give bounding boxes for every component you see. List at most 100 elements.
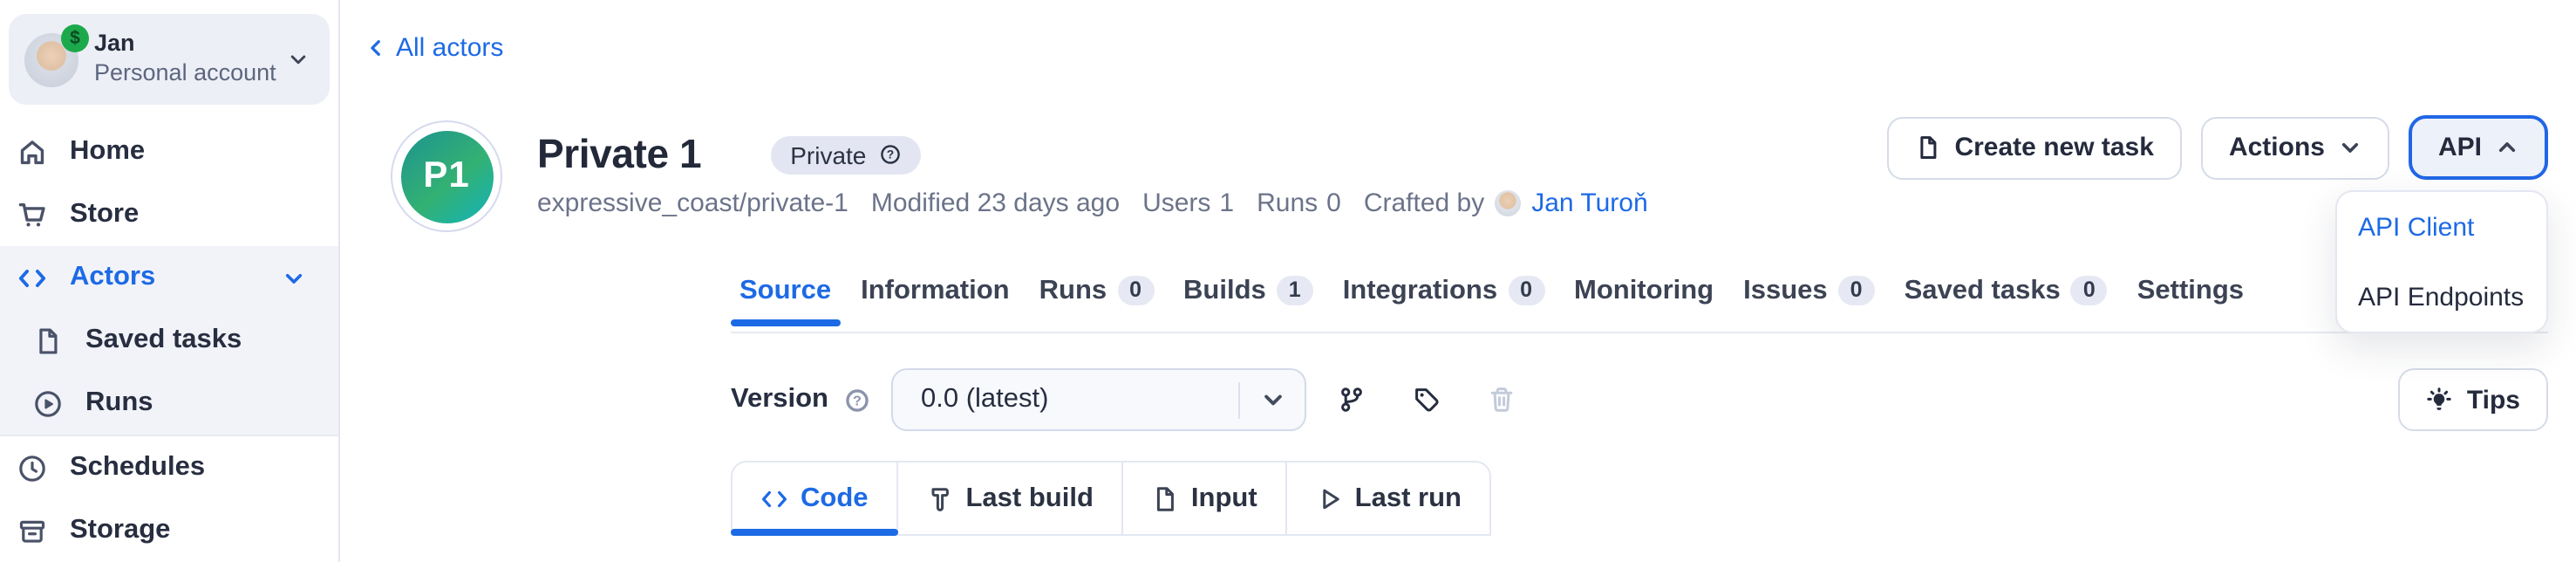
tab-runs[interactable]: Runs 0 (1039, 274, 1154, 332)
sidebar-item-runs[interactable]: Runs (0, 372, 338, 435)
actor-meta-row: expressive_coast/private-1 Modified 23 d… (537, 188, 1648, 218)
clock-icon (17, 453, 47, 483)
question-circle-icon: ? (878, 143, 901, 166)
sidebar: $ Jan Personal account Home Store (0, 0, 340, 562)
breadcrumb-back-link[interactable]: All actors (365, 33, 503, 63)
document-icon (33, 326, 63, 355)
actor-runs: Runs 0 (1257, 188, 1341, 218)
sidebar-item-saved-tasks[interactable]: Saved tasks (0, 309, 338, 372)
users-label: Users (1142, 188, 1210, 218)
actor-tabs: Source Information Runs 0 Builds 1 Integ… (731, 274, 2548, 333)
author-link[interactable]: Jan Turoň (1531, 188, 1647, 218)
sidebar-item-actors[interactable]: Actors (0, 246, 338, 309)
tab-saved-tasks[interactable]: Saved tasks 0 (1905, 274, 2108, 332)
api-label: API (2438, 133, 2482, 162)
version-label: Version (731, 384, 828, 415)
sidebar-item-store[interactable]: Store (0, 183, 338, 246)
play-circle-icon (33, 388, 63, 418)
chevron-down-icon (288, 49, 309, 70)
storage-box-icon (17, 516, 47, 545)
delete-version-button[interactable] (1477, 375, 1526, 424)
tab-count-badge: 0 (2071, 276, 2108, 305)
sidebar-item-storage[interactable]: Storage (0, 499, 338, 562)
tab-source[interactable]: Source (739, 274, 831, 332)
actions-dropdown-button[interactable]: Actions (2201, 116, 2389, 179)
create-new-task-label: Create new task (1954, 133, 2153, 162)
cart-icon (17, 200, 47, 230)
subtab-code[interactable]: Code (731, 461, 898, 536)
lightbulb-icon (2427, 387, 2453, 413)
sidebar-item-label: Actors (70, 262, 155, 293)
sidebar-actors-group: Actors Saved tasks Runs (0, 246, 338, 436)
tab-settings[interactable]: Settings (2137, 274, 2244, 332)
subtab-label: Input (1191, 483, 1257, 514)
breadcrumb-label: All actors (396, 33, 503, 63)
tips-label: Tips (2467, 385, 2520, 415)
visibility-badge-label: Private (790, 140, 866, 168)
tab-label: Builds (1183, 274, 1266, 309)
dollar-badge-icon: $ (61, 24, 89, 51)
tab-label: Issues (1743, 274, 1828, 309)
actor-author: Crafted by Jan Turoň (1364, 188, 1648, 218)
api-dropdown-menu: API Client API Endpoints (2335, 190, 2548, 333)
sidebar-item-home[interactable]: Home (0, 120, 338, 183)
sidebar-item-label: Home (70, 136, 145, 168)
git-branch-button[interactable] (1327, 375, 1376, 424)
svg-text:?: ? (886, 147, 893, 161)
actor-avatar: P1 (391, 120, 502, 232)
subtab-label: Last run (1355, 483, 1462, 514)
author-avatar (1495, 190, 1521, 216)
crafted-by-label: Crafted by (1364, 188, 1484, 218)
svg-text:?: ? (853, 393, 862, 408)
tab-label: Saved tasks (1905, 274, 2061, 309)
tab-count-badge: 0 (1117, 276, 1154, 305)
tab-label: Information (861, 274, 1010, 309)
users-count: 1 (1219, 188, 1234, 218)
tag-button[interactable] (1402, 375, 1451, 424)
visibility-badge[interactable]: Private ? (771, 135, 920, 174)
sidebar-item-label: Schedules (70, 452, 205, 483)
menu-item-api-client[interactable]: API Client (2337, 192, 2546, 262)
actor-title-row: Private 1 Private ? (537, 131, 920, 178)
subtab-last-run[interactable]: Last run (1287, 461, 1491, 536)
account-name: Jan (94, 30, 272, 59)
version-select[interactable]: 0.0 (latest) (891, 368, 1306, 431)
tab-information[interactable]: Information (861, 274, 1010, 332)
actions-label: Actions (2229, 133, 2325, 162)
code-brackets-icon (17, 263, 47, 292)
version-select-value: 0.0 (latest) (893, 384, 1238, 415)
trash-icon (1488, 386, 1516, 414)
sidebar-item-label: Storage (70, 515, 170, 546)
menu-item-api-endpoints[interactable]: API Endpoints (2337, 262, 2546, 332)
home-icon (17, 137, 47, 167)
tab-builds[interactable]: Builds 1 (1183, 274, 1313, 332)
tab-issues[interactable]: Issues 0 (1743, 274, 1874, 332)
sidebar-item-schedules[interactable]: Schedules (0, 436, 338, 499)
tab-integrations[interactable]: Integrations 0 (1343, 274, 1544, 332)
play-icon (1315, 484, 1343, 512)
actor-modified: Modified 23 days ago (871, 188, 1120, 218)
git-branch-icon (1338, 386, 1366, 414)
create-new-task-button[interactable]: Create new task (1886, 116, 2181, 179)
document-icon (1151, 484, 1179, 512)
subtab-last-build[interactable]: Last build (898, 461, 1123, 536)
subtab-label: Code (801, 483, 869, 514)
tips-button[interactable]: Tips (2399, 368, 2548, 431)
account-switcher[interactable]: $ Jan Personal account (9, 14, 330, 105)
chevron-left-icon (365, 37, 387, 59)
chevron-up-icon (2496, 136, 2518, 159)
subtab-label: Last build (966, 483, 1094, 514)
runs-count: 0 (1326, 188, 1341, 218)
account-type: Personal account (94, 59, 272, 89)
tab-monitoring[interactable]: Monitoring (1574, 274, 1714, 332)
runs-label: Runs (1257, 188, 1318, 218)
subtab-input[interactable]: Input (1123, 461, 1287, 536)
document-icon (1914, 134, 1940, 161)
help-question-icon[interactable]: ? (844, 387, 870, 413)
account-names: Jan Personal account (94, 30, 272, 89)
api-dropdown-button[interactable]: API (2409, 115, 2548, 180)
tag-icon (1413, 386, 1441, 414)
tab-count-badge: 1 (1277, 276, 1313, 305)
sidebar-item-label: Saved tasks (85, 325, 242, 356)
chevron-down-icon (283, 266, 305, 289)
